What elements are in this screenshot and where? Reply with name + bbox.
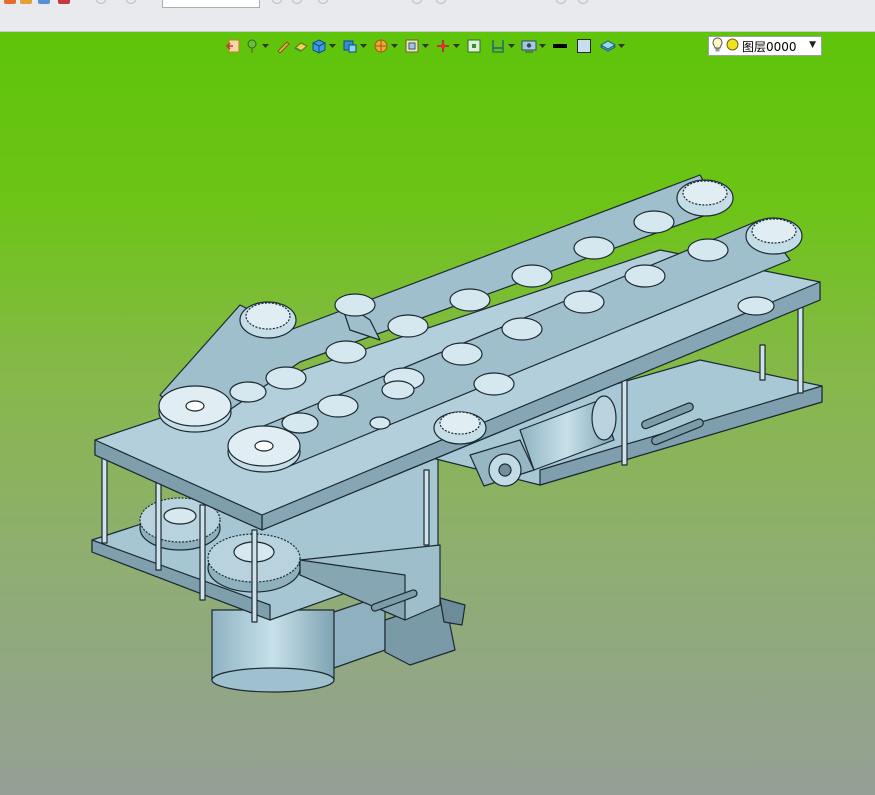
app-icon-5[interactable] xyxy=(96,0,106,4)
section-icon[interactable] xyxy=(373,38,389,54)
fill-color-icon[interactable] xyxy=(576,38,592,54)
chevron-down-icon[interactable]: ▼ xyxy=(809,40,816,50)
app-icon-9[interactable] xyxy=(318,0,328,4)
chevron-down-icon[interactable] xyxy=(262,38,269,54)
app-icon-11[interactable] xyxy=(436,0,446,4)
chevron-down-icon[interactable] xyxy=(422,38,429,54)
display-settings-icon[interactable] xyxy=(521,38,537,54)
pencil-icon[interactable] xyxy=(275,38,291,54)
layer-stack-icon[interactable] xyxy=(600,38,616,54)
chevron-down-icon[interactable] xyxy=(508,38,515,54)
view-toolbar xyxy=(226,36,631,56)
dimension-icon[interactable] xyxy=(490,38,506,54)
layer-selector[interactable]: 图层0000 ▼ xyxy=(708,36,822,56)
chevron-down-icon[interactable] xyxy=(360,38,367,54)
lightbulb-icon[interactable] xyxy=(712,36,723,56)
eraser-icon[interactable] xyxy=(293,38,309,54)
point-icon[interactable] xyxy=(244,38,260,54)
3d-viewport[interactable]: 图层0000 ▼ xyxy=(0,32,875,795)
app-icon-2[interactable] xyxy=(20,0,32,4)
selection-filter-combo[interactable] xyxy=(162,0,260,8)
app-toolbar-strip xyxy=(0,0,875,32)
chevron-down-icon[interactable] xyxy=(539,38,546,54)
axis-icon[interactable] xyxy=(435,38,451,54)
view-frame-icon[interactable] xyxy=(404,38,420,54)
line-color-icon[interactable] xyxy=(552,38,568,54)
app-icon-6[interactable] xyxy=(126,0,136,4)
app-icon-1[interactable] xyxy=(4,0,16,4)
layer-name: 图层0000 xyxy=(742,39,797,54)
fit-view-icon[interactable] xyxy=(466,38,482,54)
chevron-down-icon[interactable] xyxy=(618,38,625,54)
app-icon-8[interactable] xyxy=(292,0,302,4)
chevron-down-icon[interactable] xyxy=(391,38,398,54)
app-icon-4[interactable] xyxy=(58,0,70,4)
app-icon-10[interactable] xyxy=(412,0,422,4)
chevron-down-icon[interactable] xyxy=(329,38,336,54)
export-icon[interactable] xyxy=(226,38,242,54)
app-icon-13[interactable] xyxy=(578,0,588,4)
app-icon-7[interactable] xyxy=(272,0,282,4)
render-mode-icon[interactable] xyxy=(342,38,358,54)
chevron-down-icon[interactable] xyxy=(453,38,460,54)
app-icon-12[interactable] xyxy=(556,0,566,4)
conveyor-assembly-model xyxy=(91,174,823,693)
yellow-circle-icon xyxy=(726,38,739,54)
cube-icon[interactable] xyxy=(311,38,327,54)
app-icon-3[interactable] xyxy=(38,0,50,4)
